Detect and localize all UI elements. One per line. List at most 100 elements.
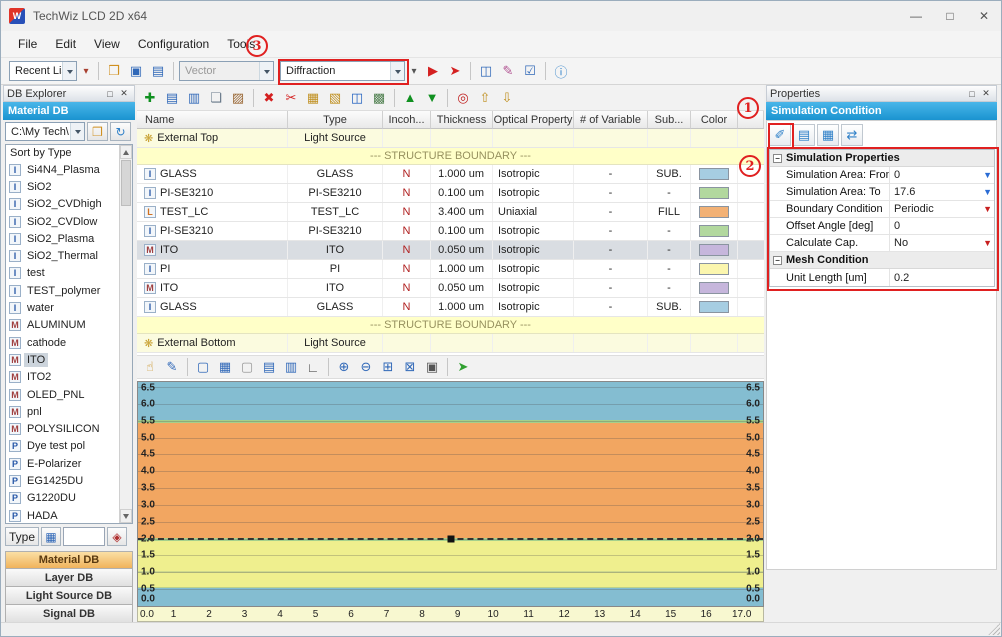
ruler-horizontal-button[interactable]: ▤ (259, 357, 279, 377)
insert-above-button[interactable]: ▤ (162, 88, 182, 108)
snapshot-button[interactable]: ▣ (422, 357, 442, 377)
browse-folder-button[interactable]: ❒ (87, 122, 108, 141)
property-row-calculate-cap[interactable]: Calculate Cap.No▼ (770, 235, 994, 252)
material-item-g1220du[interactable]: PG1220DU (6, 490, 119, 507)
result-window-button[interactable]: ◫ (476, 61, 496, 81)
sort-by-type-label[interactable]: Sort by Type (6, 145, 132, 161)
grid-show-button[interactable]: ▦ (215, 357, 235, 377)
column-header-color[interactable]: Color (691, 111, 738, 129)
layer-row-test-lc[interactable]: LTEST_LCTEST_LCN3.400 umUniaxial-FILL (137, 203, 764, 222)
layer-row-glass[interactable]: IGLASSGLASSN1.000 umIsotropic-SUB. (137, 165, 764, 184)
layer-color-swatch[interactable] (699, 263, 729, 275)
layer-color-swatch[interactable] (699, 282, 729, 294)
property-value[interactable]: Periodic▼ (890, 201, 994, 217)
run-option-button[interactable]: ➤ (445, 61, 465, 81)
refresh-db-button[interactable]: ↻ (110, 122, 131, 141)
minimize-button[interactable]: — (899, 1, 933, 31)
menu-file[interactable]: File (9, 33, 46, 55)
zoom-in-button[interactable]: ⊕ (334, 357, 354, 377)
collapse-icon[interactable]: − (773, 154, 782, 163)
material-item-sio2-cvdhigh[interactable]: ISiO2_CVDhigh (6, 196, 119, 213)
property-row-offset-angle-deg[interactable]: Offset Angle [deg]0 (770, 218, 994, 235)
material-item-test-polymer[interactable]: ITEST_polymer (6, 282, 119, 299)
property-value[interactable]: 0▼ (890, 167, 994, 183)
report-button[interactable]: ✎ (498, 61, 518, 81)
list-scrollbar[interactable] (119, 145, 132, 523)
save-all-button[interactable]: ▤ (148, 61, 168, 81)
close-panel-icon[interactable]: ✕ (117, 87, 131, 100)
layer-row-ito[interactable]: MITOITON0.050 umIsotropic-- (137, 279, 764, 298)
material-item-sio2[interactable]: ISiO2 (6, 178, 119, 195)
zoom-window-button[interactable]: ▢ (193, 357, 213, 377)
tab-material-db[interactable]: Material DB (5, 551, 133, 569)
material-item-sio2-thermal[interactable]: ISiO2_Thermal (6, 247, 119, 264)
dropdown-caret-icon[interactable] (62, 62, 76, 80)
search-button[interactable]: ◈ (107, 527, 127, 546)
close-panel-icon[interactable]: ✕ (979, 87, 993, 100)
material-item-polysilicon[interactable]: MPOLYSILICON (6, 420, 119, 437)
dropdown-caret-icon[interactable] (70, 123, 84, 140)
add-layer-button[interactable]: ✚ (140, 88, 160, 108)
layer-band-glass-bottom[interactable] (138, 588, 763, 606)
delete-layer-button[interactable]: ✖ (259, 88, 279, 108)
column-header-sub[interactable]: Sub... (648, 111, 691, 129)
maximize-button[interactable]: □ (933, 1, 967, 31)
diffraction-combo[interactable]: Diffraction (280, 61, 405, 81)
material-item-si4n4-plasma[interactable]: ISi4N4_Plasma (6, 161, 119, 178)
edit-condition-button[interactable]: ✐ (769, 124, 791, 146)
material-item-sio2-plasma[interactable]: ISiO2_Plasma (6, 230, 119, 247)
property-row-unit-length-um[interactable]: Unit Length [um]0.2 (770, 269, 994, 286)
apply-button[interactable]: ➤ (453, 357, 473, 377)
property-value[interactable]: 0.2 (890, 269, 994, 286)
property-value[interactable]: No▼ (890, 235, 994, 251)
zoom-fit-button[interactable]: ⊞ (378, 357, 398, 377)
property-section-simulation-properties[interactable]: −Simulation Properties (770, 150, 994, 167)
structure-plot[interactable]: 6.56.56.06.05.55.55.05.04.54.54.04.03.53… (137, 381, 764, 607)
menu-view[interactable]: View (85, 33, 129, 55)
annotate-button[interactable]: ✎ (162, 357, 182, 377)
material-search-input[interactable] (63, 527, 105, 546)
run-button[interactable]: ▶ (423, 61, 443, 81)
check-list-button[interactable]: ☑ (520, 61, 540, 81)
tab-light-source-db[interactable]: Light Source DB (5, 587, 133, 605)
layer-row-pi-se3210[interactable]: IPI-SE3210PI-SE3210N0.100 umIsotropic-- (137, 184, 764, 203)
material-item-test[interactable]: Itest (6, 265, 119, 282)
menu-edit[interactable]: Edit (46, 33, 85, 55)
property-section-mesh-condition[interactable]: −Mesh Condition (770, 252, 994, 269)
shift-up-button[interactable]: ⇧ (475, 88, 495, 108)
resize-grip[interactable] (988, 623, 1000, 635)
dropdown-arrow-icon[interactable]: ▼ (983, 170, 992, 180)
layer-color-swatch[interactable] (699, 206, 729, 218)
cut-layer-button[interactable]: ✂ (281, 88, 301, 108)
material-item-pnl[interactable]: Mpnl (6, 403, 119, 420)
marker-handle[interactable] (447, 535, 454, 542)
property-row-simulation-area-from[interactable]: Simulation Area: From0▼ (770, 167, 994, 184)
insert-below-button[interactable]: ▥ (184, 88, 204, 108)
table-merge-button[interactable]: ▦ (303, 88, 323, 108)
dropdown-caret-icon[interactable] (259, 62, 273, 80)
scroll-down-icon[interactable] (120, 509, 132, 523)
dropdown-arrow-icon[interactable]: ▼ (983, 204, 992, 214)
pick-position-button[interactable]: ◎ (453, 88, 473, 108)
property-value[interactable]: 17.6▼ (890, 184, 994, 200)
dropdown-arrow-icon[interactable]: ▼ (983, 238, 992, 248)
layer-color-swatch[interactable] (699, 168, 729, 180)
layer-color-swatch[interactable] (699, 225, 729, 237)
layer-color-swatch[interactable] (699, 187, 729, 199)
property-row-simulation-area-to[interactable]: Simulation Area: To17.6▼ (770, 184, 994, 201)
move-up-button[interactable]: ▲ (400, 88, 420, 108)
material-item-hada[interactable]: PHADA (6, 507, 119, 523)
dropdown-arrow-icon[interactable]: ▼ (983, 187, 992, 197)
column-header-optical-property[interactable]: Optical Property (493, 111, 574, 129)
close-button[interactable]: ✕ (967, 1, 1001, 31)
add-recent-button[interactable]: ▾ (79, 61, 93, 81)
property-value[interactable]: 0 (890, 218, 994, 234)
paste-layer-button[interactable]: ▨ (228, 88, 248, 108)
layer-band-test-lc[interactable] (138, 423, 763, 538)
external-row-external-bottom[interactable]: ❋External BottomLight Source (137, 334, 764, 353)
grid-view-button[interactable]: ▦ (817, 124, 839, 146)
layer-color-swatch[interactable] (699, 301, 729, 313)
shift-down-button[interactable]: ⇩ (497, 88, 517, 108)
save-button[interactable]: ▣ (126, 61, 146, 81)
external-row-external-top[interactable]: ❋External TopLight Source (137, 129, 764, 148)
